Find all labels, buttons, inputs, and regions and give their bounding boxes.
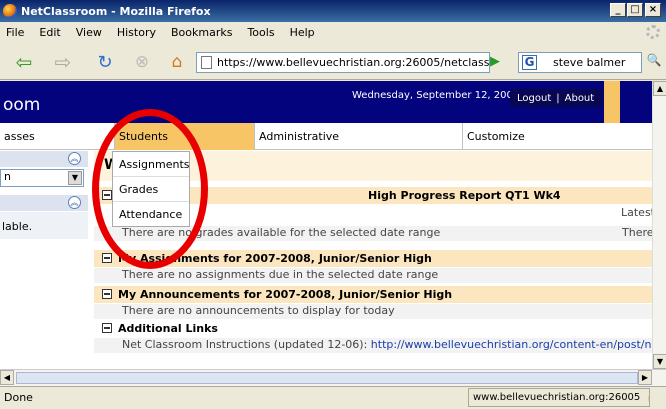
- title-bar: NetClassroom - Mozilla Firefox _ □ ×: [0, 0, 666, 22]
- search-input[interactable]: G steve balmer: [518, 52, 642, 73]
- window-title: NetClassroom - Mozilla Firefox: [21, 4, 211, 18]
- class-select[interactable]: n ▼: [0, 169, 84, 187]
- menu-view[interactable]: View: [76, 26, 102, 39]
- assignments-row: There are no assignments due in the sele…: [94, 268, 652, 283]
- scroll-left-icon[interactable]: ◀: [0, 370, 14, 385]
- header-date: Wednesday, September 12, 2007: [352, 90, 520, 101]
- scroll-right-icon[interactable]: ▶: [638, 370, 652, 385]
- tab-classes[interactable]: asses: [0, 123, 114, 150]
- close-button[interactable]: ×: [645, 3, 661, 17]
- go-icon[interactable]: ▶: [490, 54, 500, 69]
- about-link[interactable]: About: [565, 93, 595, 104]
- left-panel-text: lable.: [2, 220, 33, 233]
- menu-bar: File Edit View History Bookmarks Tools H…: [0, 22, 666, 42]
- collapse-section-icon[interactable]: [102, 253, 112, 263]
- logout-link[interactable]: Logout: [517, 93, 551, 104]
- collapse-icon[interactable]: ︽: [68, 152, 81, 165]
- header-separator: |: [556, 92, 560, 104]
- instructions-link[interactable]: http://www.bellevuechristian.org/content…: [371, 338, 652, 351]
- throbber-icon: [646, 25, 660, 39]
- maximize-button[interactable]: □: [627, 3, 643, 17]
- site-tabs: asses Students Administrative Customize: [0, 123, 652, 150]
- annotation-circle: [92, 109, 208, 269]
- section-links-header[interactable]: Additional Links: [94, 320, 652, 337]
- search-go-icon[interactable]: 🔍: [645, 53, 663, 72]
- header-links: Logout | About: [510, 89, 602, 107]
- minimize-button[interactable]: _: [610, 3, 626, 17]
- page-icon: [201, 56, 212, 69]
- vertical-scrollbar[interactable]: ▲ ▼: [652, 81, 666, 369]
- collapse-icon-2[interactable]: ︽: [68, 196, 81, 209]
- horizontal-scrollbar[interactable]: ◀ ▶: [0, 369, 666, 386]
- stop-icon[interactable]: ⊗: [130, 50, 154, 74]
- google-icon[interactable]: G: [522, 55, 537, 70]
- status-text: Done: [4, 391, 33, 404]
- forward-arrow-icon[interactable]: ⇨: [48, 50, 78, 74]
- menu-history[interactable]: History: [117, 26, 156, 39]
- scroll-up-icon[interactable]: ▲: [653, 81, 666, 96]
- home-icon[interactable]: ⌂: [165, 50, 189, 74]
- menu-help[interactable]: Help: [290, 26, 315, 39]
- search-value: steve balmer: [553, 56, 626, 69]
- url-text: https://www.bellevuechristian.org:26005/…: [217, 56, 490, 69]
- collapse-section-icon[interactable]: [102, 289, 112, 299]
- lock-icon[interactable]: 🔒: [646, 392, 649, 403]
- menu-edit[interactable]: Edit: [39, 26, 60, 39]
- back-arrow-icon[interactable]: ⇦: [8, 50, 40, 74]
- scroll-down-icon[interactable]: ▼: [653, 354, 666, 369]
- scroll-thumb[interactable]: [16, 372, 638, 384]
- reload-icon[interactable]: ↻: [92, 50, 118, 74]
- announcements-row: There are no announcements to display fo…: [94, 304, 652, 319]
- tab-customize[interactable]: Customize: [462, 123, 652, 150]
- links-row: Net Classroom Instructions (updated 12-0…: [94, 338, 652, 353]
- header-accent: [604, 81, 620, 123]
- site-logo: oom: [3, 95, 41, 115]
- collapse-section-icon[interactable]: [102, 323, 112, 333]
- url-bar[interactable]: https://www.bellevuechristian.org:26005/…: [196, 52, 490, 73]
- firefox-icon: [3, 4, 17, 18]
- menu-bookmarks[interactable]: Bookmarks: [171, 26, 232, 39]
- tab-administrative[interactable]: Administrative: [254, 123, 462, 150]
- status-url: www.bellevuechristian.org:26005 🔒: [468, 388, 650, 407]
- menu-tools[interactable]: Tools: [247, 26, 274, 39]
- section-announcements-header[interactable]: My Announcements for 2007-2008, Junior/S…: [94, 286, 652, 303]
- chevron-down-icon[interactable]: ▼: [68, 171, 82, 185]
- menu-file[interactable]: File: [6, 26, 24, 39]
